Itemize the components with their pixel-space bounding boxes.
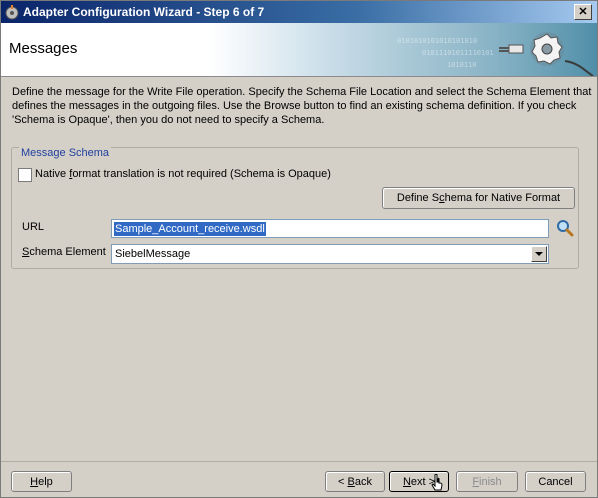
define-schema-button[interactable]: Define Schema for Native Format	[382, 187, 575, 209]
window-title: Adapter Configuration Wizard - Step 6 of…	[23, 5, 265, 19]
schema-element-select[interactable]: SiebelMessage	[111, 244, 549, 264]
native-format-checkbox[interactable]	[18, 168, 32, 182]
message-schema-legend: Message Schema	[19, 147, 112, 159]
svg-text:1010110: 1010110	[447, 61, 477, 69]
page-title: Messages	[9, 40, 78, 57]
wizard-window: Adapter Configuration Wizard - Step 6 of…	[0, 0, 598, 498]
url-label: URL	[22, 221, 45, 233]
description-line-2: defines the messages in the outgoing fil…	[12, 100, 577, 112]
header-banner: Messages 0101010101010101010 01011101011…	[1, 23, 597, 77]
description-line-3: 'Schema is Opaque', then you do not need…	[12, 114, 325, 126]
title-bar: Adapter Configuration Wizard - Step 6 of…	[1, 1, 597, 23]
svg-text:01011101011110101: 01011101011110101	[422, 49, 494, 57]
search-icon[interactable]	[556, 219, 574, 237]
native-format-checkbox-label[interactable]: Native format translation is not require…	[35, 168, 331, 180]
mouse-cursor-icon	[431, 474, 443, 491]
chevron-down-icon[interactable]	[531, 246, 547, 262]
adapter-icon	[5, 5, 19, 20]
finish-button[interactable]: Finish	[456, 471, 518, 492]
footer-divider	[1, 461, 597, 462]
gear-plug-icon: 0101010101010101010 01011101011110101 10…	[327, 23, 597, 76]
back-button[interactable]: < Back	[325, 471, 385, 492]
url-value: Sample_Account_receive.wsdl	[114, 222, 266, 236]
cancel-button[interactable]: Cancel	[525, 471, 586, 492]
description: Define the message for the Write File op…	[12, 85, 592, 127]
svg-text:0101010101010101010: 0101010101010101010	[397, 37, 477, 45]
help-button[interactable]: Help	[11, 471, 72, 492]
schema-element-value: SiebelMessage	[115, 248, 191, 260]
url-field[interactable]: Sample_Account_receive.wsdl	[111, 219, 549, 238]
description-line-1: Define the message for the Write File op…	[12, 86, 592, 98]
close-button[interactable]: ✕	[574, 4, 592, 20]
close-icon: ✕	[578, 6, 588, 18]
schema-element-label: Schema Element	[22, 246, 106, 258]
